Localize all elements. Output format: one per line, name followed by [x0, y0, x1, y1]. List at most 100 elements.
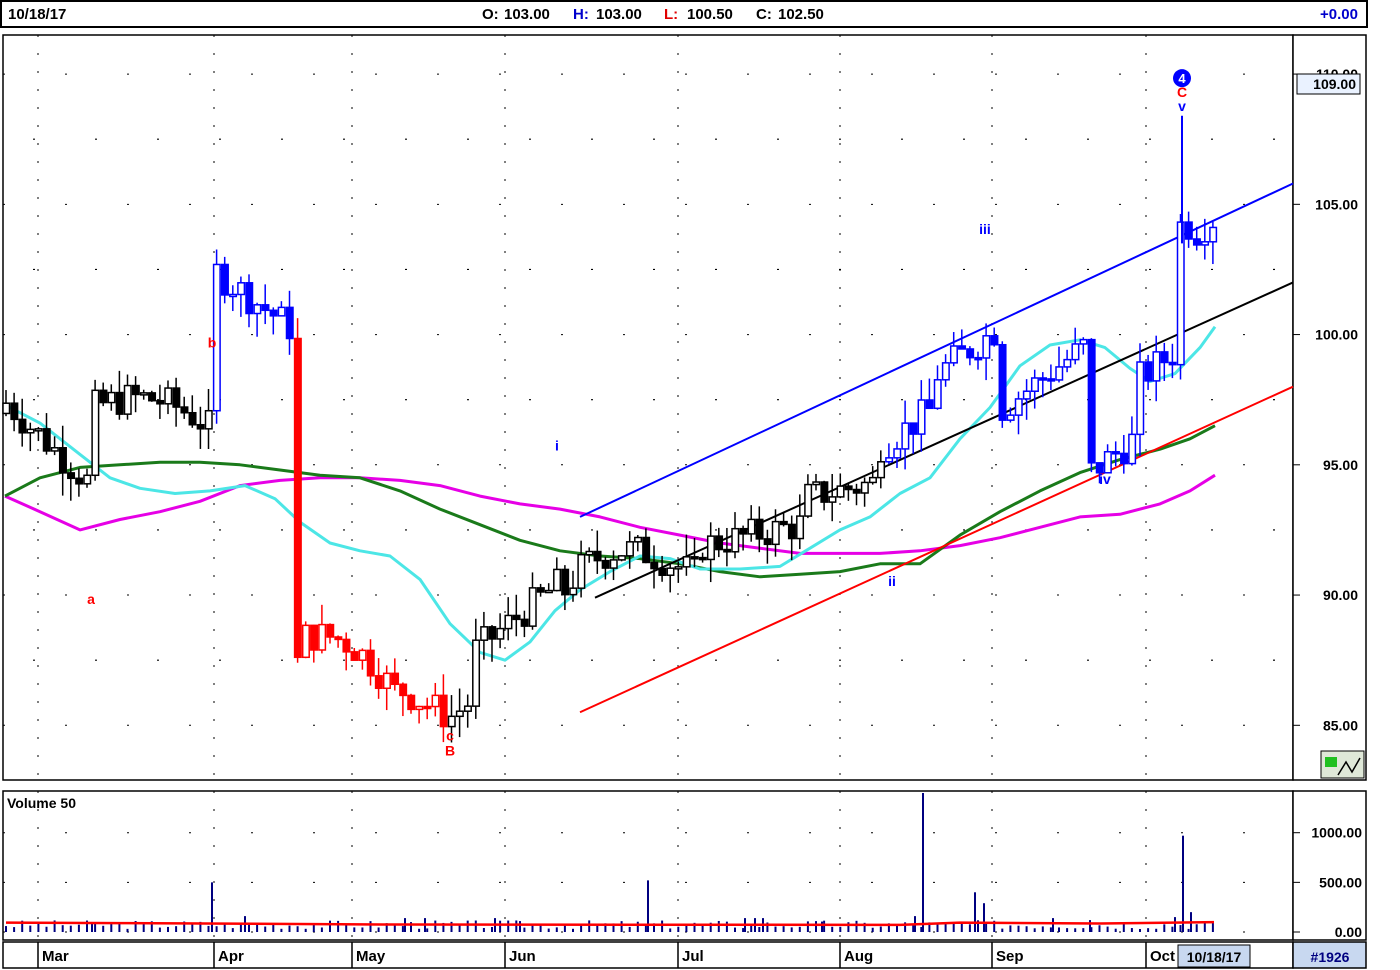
candle-body: [990, 335, 999, 346]
candle-body: [1014, 398, 1023, 416]
wave-label-i: i: [555, 437, 559, 453]
candle-body: [310, 624, 319, 651]
price-chart[interactable]: 110.00105.00100.0095.0090.0085.00 abcBii…: [0, 0, 1400, 970]
candle-body: [180, 406, 189, 414]
candle-body: [561, 568, 570, 596]
candle-body: [974, 356, 983, 361]
candle-body: [1063, 358, 1072, 368]
candle-body: [83, 474, 92, 485]
candle-body: [34, 428, 43, 432]
candle-body: [1047, 378, 1056, 382]
wave-label-ii: ii: [888, 573, 896, 589]
candle-body: [1039, 377, 1048, 381]
time-axis-pane: [2, 941, 1294, 969]
candle-body: [148, 392, 157, 402]
candle-body: [682, 556, 691, 568]
candle-body: [415, 705, 424, 711]
candle-body: [326, 623, 335, 638]
candle-body: [50, 447, 59, 452]
price-pane: [2, 34, 1294, 781]
candle-body: [544, 589, 553, 594]
candle-body: [1144, 361, 1153, 382]
candle-body: [642, 536, 651, 564]
candle-body: [763, 538, 772, 546]
candle-body: [91, 389, 100, 477]
month-label-may: May: [356, 948, 386, 965]
candle-body: [982, 335, 991, 359]
candle-body: [569, 587, 578, 596]
candle-body: [123, 384, 132, 415]
candle-body: [382, 672, 391, 690]
candle-body: [1128, 433, 1137, 465]
wave-label-B: B: [445, 742, 455, 758]
candle-body: [885, 457, 894, 463]
candle-body: [350, 651, 359, 661]
candle-body: [407, 694, 416, 711]
candle-body: [391, 672, 400, 686]
y-tick-label: 85.00: [1323, 717, 1358, 733]
candle-body: [1160, 351, 1169, 364]
wave-label-a: a: [87, 591, 95, 607]
candle-body: [925, 399, 934, 410]
candle-body: [771, 520, 780, 546]
candle-body: [512, 614, 521, 621]
volume-title: Volume 50: [7, 795, 76, 811]
candle-body: [804, 483, 813, 517]
wave-label-iii: iii: [979, 221, 991, 237]
y-tick-label: 90.00: [1323, 587, 1358, 603]
month-label-mar: Mar: [42, 948, 69, 965]
candle-body: [58, 447, 67, 474]
candle-body: [156, 399, 165, 405]
candle-body: [852, 488, 861, 494]
chart-tool-icon[interactable]: [1320, 750, 1365, 779]
candle-body: [447, 715, 456, 728]
month-label-aug: Aug: [844, 948, 873, 965]
candle-body: [1201, 241, 1210, 246]
candle-body: [366, 649, 375, 677]
candle-body: [285, 306, 294, 340]
y-tick-label: 100.00: [1315, 327, 1358, 343]
candle-body: [18, 418, 27, 434]
candle-body: [480, 626, 489, 641]
volume-tick-label: 1000.00: [1311, 825, 1362, 841]
candle-body: [99, 389, 108, 404]
candle-body: [933, 379, 942, 410]
candle-body: [293, 337, 302, 659]
last-price-label: 109.00: [1313, 76, 1356, 92]
candle-body: [650, 561, 659, 570]
candle-body: [715, 535, 724, 551]
candle-body: [472, 639, 481, 707]
candle-body: [75, 477, 84, 485]
candle-body: [909, 422, 918, 435]
candle-body: [131, 384, 140, 396]
candle-body: [504, 614, 513, 630]
candle-body: [139, 392, 148, 396]
candle-body: [601, 559, 610, 569]
candle-body: [164, 387, 173, 405]
candle-body: [399, 683, 408, 697]
candle-body: [107, 391, 116, 404]
candle-body: [836, 485, 845, 498]
candle-body: [1176, 221, 1185, 366]
candle-body: [585, 550, 594, 556]
candle-body: [917, 399, 926, 435]
candle-body: [261, 304, 270, 312]
candle-body: [796, 515, 805, 540]
candle-body: [269, 309, 278, 317]
y-tick-label: 105.00: [1315, 196, 1358, 212]
wave-label-4: 4: [1178, 71, 1186, 86]
date-box-label: 10/18/17: [1187, 949, 1242, 965]
candle-body: [868, 476, 877, 484]
candle-body: [739, 527, 748, 535]
candle-body: [463, 705, 472, 712]
candle-body: [342, 638, 351, 653]
month-label-apr: Apr: [218, 948, 244, 965]
candle-body: [67, 472, 76, 480]
candle-body: [42, 428, 51, 452]
wave-label-iv: iv: [1099, 471, 1111, 487]
candle-body: [812, 481, 821, 486]
candle-body: [747, 518, 756, 535]
candle-body: [787, 523, 796, 540]
candle-body: [755, 518, 764, 540]
candle-body: [1030, 377, 1039, 392]
